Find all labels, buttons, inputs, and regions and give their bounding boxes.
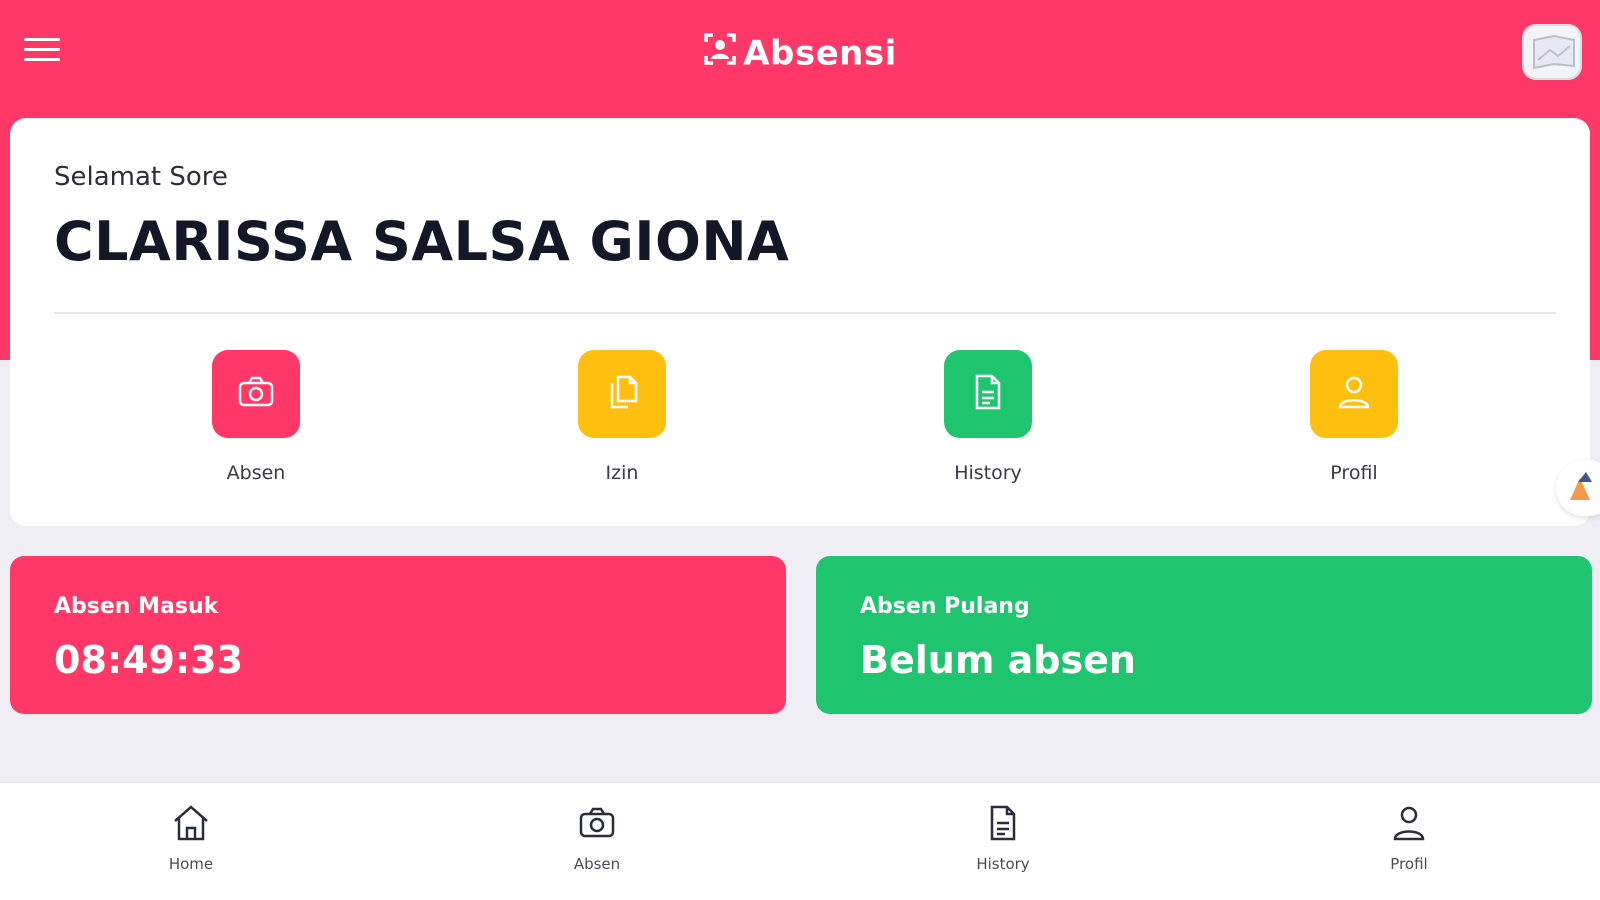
divider <box>54 312 1556 314</box>
nav-label: History <box>976 855 1030 873</box>
quick-action-tile <box>1310 350 1398 438</box>
quick-action-tile <box>944 350 1032 438</box>
camera-icon <box>234 370 278 418</box>
nav-label: Profil <box>1390 855 1428 873</box>
document-icon <box>981 805 1025 849</box>
user-name: CLARISSA SALSA GIONA <box>54 210 790 273</box>
camera-icon <box>575 807 619 849</box>
check-in-time: 08:49:33 <box>54 638 244 682</box>
nav-label: Home <box>168 855 214 873</box>
quick-action-izin[interactable]: Izin <box>512 350 732 484</box>
quick-action-absen[interactable]: Absen <box>146 350 366 484</box>
nav-absen[interactable]: Absen <box>527 801 667 873</box>
nav-history[interactable]: History <box>933 801 1073 873</box>
check-in-label: Absen Masuk <box>54 594 219 619</box>
quick-action-label: Absen <box>226 462 286 484</box>
check-in-card: Absen Masuk 08:49:33 <box>10 556 786 714</box>
quick-action-tile <box>578 350 666 438</box>
quick-action-profil[interactable]: Profil <box>1244 350 1464 484</box>
nav-label: Absen <box>573 855 621 873</box>
quick-action-label: Izin <box>605 462 639 484</box>
quick-action-history[interactable]: History <box>878 350 1098 484</box>
greeting-text: Selamat Sore <box>54 162 228 192</box>
check-out-status: Belum absen <box>860 638 1136 682</box>
bottom-navigation: Home Absen History Profil <box>0 782 1600 900</box>
document-icon <box>966 370 1010 418</box>
user-icon <box>1332 370 1376 418</box>
home-icon <box>169 805 213 849</box>
app-title: Absensi <box>743 33 897 74</box>
quick-action-tile <box>212 350 300 438</box>
check-out-label: Absen Pulang <box>860 594 1030 619</box>
documents-icon <box>600 370 644 418</box>
nav-profil[interactable]: Profil <box>1339 801 1479 873</box>
user-frame-icon <box>703 32 737 75</box>
user-icon <box>1387 806 1431 849</box>
nav-home[interactable]: Home <box>121 801 261 873</box>
top-app-bar: Absensi <box>0 0 1600 112</box>
quick-action-label: History <box>954 462 1022 484</box>
check-out-card: Absen Pulang Belum absen <box>816 556 1592 714</box>
greeting-card: Selamat Sore CLARISSA SALSA GIONA Absen <box>10 118 1590 526</box>
profile-avatar[interactable] <box>1522 24 1582 80</box>
quick-action-label: Profil <box>1330 462 1378 484</box>
app-brand: Absensi <box>0 32 1600 75</box>
floating-side-button[interactable] <box>1556 460 1600 516</box>
